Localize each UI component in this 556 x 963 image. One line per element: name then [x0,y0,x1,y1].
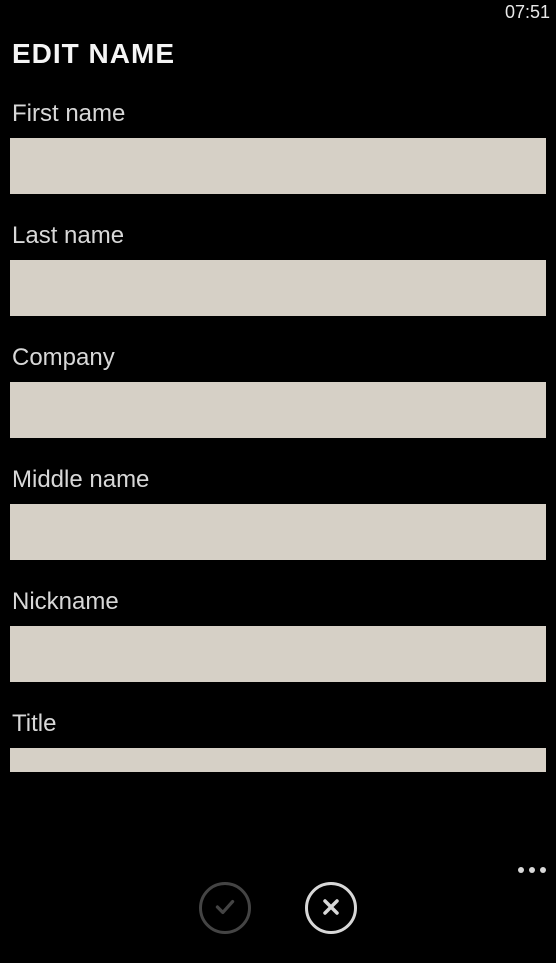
edit-name-form: First name Last name Company Middle name… [0,100,556,772]
first-name-label: First name [10,100,546,128]
nickname-group: Nickname [10,588,546,682]
company-input[interactable] [10,382,546,438]
cancel-button[interactable] [305,882,357,934]
company-label: Company [10,344,546,372]
nickname-input[interactable] [10,626,546,682]
last-name-input[interactable] [10,260,546,316]
first-name-input[interactable] [10,138,546,194]
company-group: Company [10,344,546,438]
title-group: Title [10,710,546,772]
title-field-label: Title [10,710,546,738]
save-button[interactable] [199,882,251,934]
app-bar [0,853,556,963]
middle-name-group: Middle name [10,466,546,560]
ellipsis-dot [529,867,535,873]
last-name-group: Last name [10,222,546,316]
middle-name-input[interactable] [10,504,546,560]
first-name-group: First name [10,100,546,194]
close-icon [319,895,343,922]
status-time: 07:51 [505,2,550,23]
title-input[interactable] [10,748,546,772]
last-name-label: Last name [10,222,546,250]
ellipsis-dot [540,867,546,873]
page-title: EDIT NAME [0,24,556,78]
status-bar: 07:51 [0,0,556,24]
nickname-label: Nickname [10,588,546,616]
more-button[interactable] [518,867,546,873]
check-icon [212,894,238,923]
middle-name-label: Middle name [10,466,546,494]
ellipsis-dot [518,867,524,873]
